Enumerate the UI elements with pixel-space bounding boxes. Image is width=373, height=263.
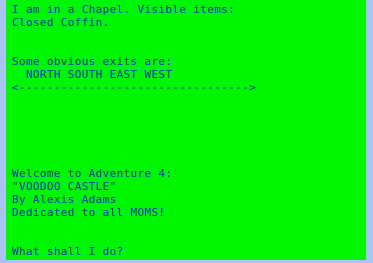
- dedication-line: Dedicated to all MOMS!: [12, 206, 166, 219]
- exits-list: NORTH SOUTH EAST WEST: [12, 68, 173, 81]
- room-description: I am in a Chapel. Visible items:: [12, 3, 236, 16]
- visible-items: Closed Coffin.: [12, 16, 110, 29]
- author-line: By Alexis Adams: [12, 193, 117, 206]
- exits-header: Some obvious exits are:: [12, 55, 173, 68]
- game-title: "VOODOO CASTLE": [12, 180, 117, 193]
- command-prompt[interactable]: What shall I do?: [12, 245, 124, 258]
- welcome-line: Welcome to Adventure 4:: [12, 167, 173, 180]
- game-screen: I am in a Chapel. Visible items: Closed …: [6, 0, 366, 263]
- divider-line: <--------------------------------->: [12, 81, 257, 94]
